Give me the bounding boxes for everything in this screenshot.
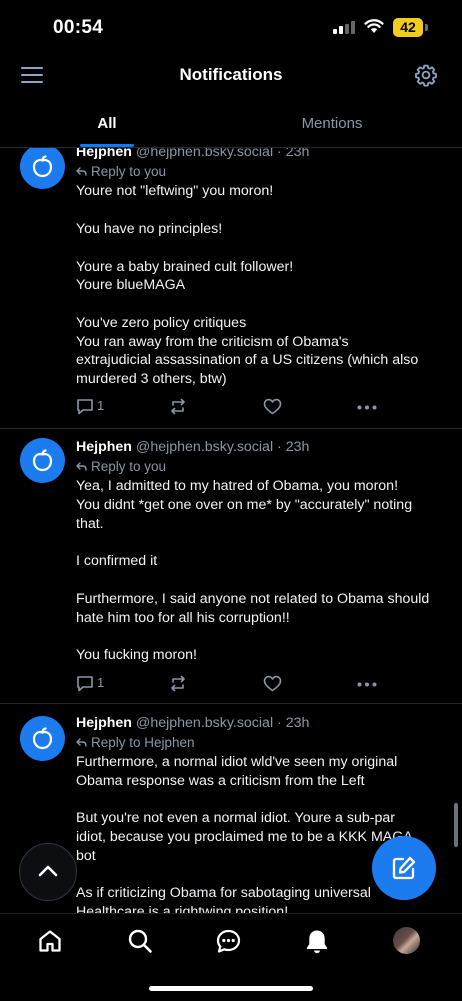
author-name[interactable]: Hejphen: [76, 715, 132, 731]
author-handle[interactable]: @hejphen.bsky.social: [136, 715, 273, 731]
repost-icon[interactable]: [169, 398, 187, 415]
post-text-line: You ran away from the criticism of Obama…: [76, 334, 349, 350]
reply-context[interactable]: Reply to you: [76, 459, 166, 474]
wifi-icon: [364, 19, 384, 33]
compose-icon: [392, 856, 416, 880]
search-icon[interactable]: [127, 928, 153, 954]
apple-icon: [32, 155, 53, 178]
scrollbar[interactable]: [454, 803, 458, 847]
battery-tip: [425, 24, 428, 31]
heart-icon[interactable]: [263, 675, 282, 692]
post-text-line: You've zero policy critiques: [76, 315, 247, 331]
post[interactable]: Hejphen @hejphen.bsky.social · 23h Reply…: [0, 148, 462, 428]
post-text-line: I confirmed it: [76, 553, 158, 569]
bell-icon[interactable]: [304, 928, 330, 955]
tab-selected-indicator: [80, 144, 134, 147]
reply-context-label: Reply to you: [91, 164, 167, 179]
post-header: Hejphen @hejphen.bsky.social · 23h: [76, 715, 309, 731]
home-indicator: [149, 986, 313, 991]
post-text-line: murdered 3 others, btw): [76, 371, 227, 387]
tab-mentions[interactable]: Mentions: [280, 115, 384, 132]
post-text-line: that.: [76, 516, 104, 532]
apple-icon: [32, 727, 53, 750]
post-header: Hejphen @hejphen.bsky.social · 23h: [76, 439, 309, 455]
cellular-signal-icon: [333, 21, 355, 34]
repost-icon[interactable]: [169, 675, 187, 692]
reply-context[interactable]: Reply to you: [76, 164, 166, 179]
tab-all[interactable]: All: [77, 115, 137, 132]
post-text-line: idiot, because you proclaimed me to be a…: [76, 829, 413, 845]
author-handle[interactable]: @hejphen.bsky.social: [136, 148, 273, 160]
post-header: Hejphen @hejphen.bsky.social · 23h: [76, 148, 309, 160]
chat-icon[interactable]: [215, 928, 242, 955]
post-time: · 23h: [277, 715, 310, 731]
status-bar: 00:54 42: [0, 0, 462, 56]
author-name[interactable]: Hejphen: [76, 148, 132, 160]
reply-context-label: Reply to Hejphen: [91, 735, 195, 750]
reply-context[interactable]: Reply to Hejphen: [76, 735, 195, 750]
post-time: · 23h: [277, 439, 310, 455]
battery-indicator: 42: [393, 18, 423, 37]
post-text-line: Obama response was a criticism from the …: [76, 773, 365, 789]
reply-count: 1: [97, 398, 105, 413]
app-header: Notifications: [0, 56, 462, 96]
post-text-line: You didnt *get one over on me* by "accur…: [76, 497, 413, 513]
post-text-line: Youre a baby brained cult follower!: [76, 259, 294, 275]
status-time: 00:54: [53, 17, 104, 38]
post-text-line: Healthcare is a rightwing position!: [76, 904, 289, 913]
ellipsis-icon[interactable]: [357, 682, 377, 687]
post-text-line: bot: [76, 848, 96, 864]
compose-button[interactable]: [372, 836, 436, 900]
apple-icon: [32, 449, 53, 472]
notification-tabs: All Mentions: [0, 105, 462, 148]
reply-arrow-icon: [76, 167, 87, 176]
profile-avatar[interactable]: [393, 927, 420, 954]
post-text-line: But you're not even a normal idiot. Your…: [76, 810, 395, 826]
notification-feed[interactable]: Hejphen @hejphen.bsky.social · 23h Reply…: [0, 148, 462, 913]
post-text-line: extrajudicial assassination of a US citi…: [76, 352, 419, 368]
post-text-line: Furthermore, I said anyone not related t…: [76, 591, 430, 607]
ellipsis-icon[interactable]: [357, 405, 377, 410]
home-icon[interactable]: [37, 928, 63, 954]
post-text-line: As if criticizing Obama for sabotaging u…: [76, 885, 371, 901]
reply-arrow-icon: [76, 462, 87, 471]
scroll-to-top-button[interactable]: [19, 843, 77, 901]
avatar[interactable]: [20, 716, 65, 761]
reply-count: 1: [97, 675, 105, 690]
post-text-line: You have no principles!: [76, 221, 223, 237]
post-text-line: You fucking moron!: [76, 647, 197, 663]
avatar[interactable]: [20, 438, 65, 483]
reply-context-label: Reply to you: [91, 459, 167, 474]
chevron-up-icon: [38, 865, 58, 877]
comment-icon[interactable]: [76, 398, 94, 415]
page-title: Notifications: [179, 65, 283, 84]
author-handle[interactable]: @hejphen.bsky.social: [136, 439, 273, 455]
post-text-line: hate him too for all his corruption!!: [76, 610, 290, 626]
post-time: · 23h: [277, 148, 310, 160]
post-text-line: Furthermore, a normal idiot wld've seen …: [76, 754, 398, 770]
post[interactable]: Hejphen @hejphen.bsky.social · 23h Reply…: [0, 428, 462, 703]
comment-icon[interactable]: [76, 675, 94, 692]
author-name[interactable]: Hejphen: [76, 439, 132, 455]
heart-icon[interactable]: [263, 398, 282, 415]
reply-arrow-icon: [76, 738, 87, 747]
post-text-line: Youre not "leftwing" you moron!: [76, 183, 274, 199]
avatar[interactable]: [20, 148, 65, 189]
post-text-line: Yea, I admitted to my hatred of Obama, y…: [76, 478, 399, 494]
post-text-line: Youre blueMAGA: [76, 277, 186, 293]
gear-icon[interactable]: [414, 63, 438, 87]
